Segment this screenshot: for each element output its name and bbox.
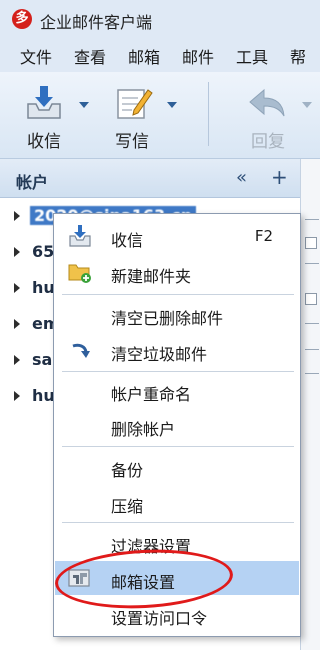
expand-arrow-icon[interactable]	[14, 355, 20, 365]
account-name: hu	[32, 278, 55, 297]
menu-separator	[62, 371, 294, 372]
menu-item-empty-deleted[interactable]: 清空已删除邮件	[55, 297, 299, 331]
collapse-box-icon[interactable]	[305, 237, 317, 249]
menu-separator	[62, 522, 294, 523]
divider	[305, 349, 319, 350]
menu-mailbox[interactable]: 邮箱	[128, 44, 160, 68]
reply-arrow-icon	[249, 88, 285, 117]
divider	[305, 323, 319, 324]
menu-item-label: 新建邮件夹	[111, 267, 192, 286]
add-account-icon[interactable]: +	[271, 165, 288, 189]
account-panel-header: 帐户 « +	[0, 159, 300, 198]
menu-item-mailbox-settings[interactable]: 邮箱设置	[55, 561, 299, 595]
toolbar-separator	[208, 82, 209, 146]
menu-item-label: 清空已删除邮件	[111, 309, 224, 328]
curved-arrow-icon	[72, 343, 90, 358]
menu-item-new-folder[interactable]: 新建邮件夹	[55, 255, 299, 289]
account-context-menu: 收信 F2 新建邮件夹 清空已删除邮件 清空垃圾邮件 帐户重命名 删除帐户 备份…	[53, 213, 301, 637]
menu-separator	[62, 446, 294, 447]
toolbar: 收信 写信 回复	[0, 72, 320, 159]
reply-label: 回复	[251, 132, 285, 152]
inbox-download-icon	[69, 225, 91, 247]
divider	[305, 263, 319, 264]
inbox-download-icon	[27, 86, 61, 119]
collapse-icon[interactable]: «	[236, 167, 247, 188]
menu-view[interactable]: 查看	[74, 44, 106, 68]
divider	[305, 219, 319, 220]
menu-item-label: 设置访问口令	[111, 609, 208, 628]
receive-button[interactable]: 收信	[14, 80, 74, 152]
reply-button[interactable]: 回复	[238, 80, 298, 152]
receive-dropdown-icon[interactable]	[79, 102, 89, 108]
shortcut-label: F2	[254, 227, 273, 245]
receive-label: 收信	[27, 132, 61, 152]
menu-item-delete-account[interactable]: 删除帐户	[55, 408, 299, 442]
compose-dropdown-icon[interactable]	[167, 102, 177, 108]
menu-separator	[62, 294, 294, 295]
menu-item-label: 帐户重命名	[111, 385, 192, 404]
app-logo-icon: 多	[12, 9, 32, 29]
menu-item-label: 过滤器设置	[111, 537, 192, 556]
compose-label: 写信	[115, 132, 149, 152]
menu-mail[interactable]: 邮件	[182, 44, 214, 68]
account-name: sa	[32, 350, 53, 369]
expand-arrow-icon[interactable]	[14, 283, 20, 293]
wrench-icon	[68, 569, 90, 587]
menu-item-label: 清空垃圾邮件	[111, 345, 208, 364]
menu-tools[interactable]: 工具	[236, 44, 268, 68]
menu-item-label: 备份	[111, 461, 144, 480]
menu-item-label: 收信	[111, 231, 144, 250]
menu-item-compress[interactable]: 压缩	[55, 485, 299, 519]
account-name: 65	[32, 242, 55, 261]
divider	[305, 373, 319, 374]
menu-item-backup[interactable]: 备份	[55, 449, 299, 483]
collapse-box-icon[interactable]	[305, 293, 317, 305]
menu-item-label: 邮箱设置	[111, 573, 176, 592]
account-name: hu	[32, 386, 55, 405]
account-panel-title: 帐户	[16, 173, 49, 192]
menu-item-filter-settings[interactable]: 过滤器设置	[55, 525, 299, 559]
expand-arrow-icon[interactable]	[14, 319, 20, 329]
reply-dropdown-icon[interactable]	[302, 102, 312, 108]
menu-file[interactable]: 文件	[20, 44, 52, 68]
menu-item-rename-account[interactable]: 帐户重命名	[55, 373, 299, 407]
expand-arrow-icon[interactable]	[14, 391, 20, 401]
menu-item-empty-junk[interactable]: 清空垃圾邮件	[55, 333, 299, 367]
expand-arrow-icon[interactable]	[14, 247, 20, 257]
expand-arrow-icon[interactable]	[14, 211, 20, 221]
menu-item-access-password[interactable]: 设置访问口令	[55, 597, 299, 631]
new-folder-icon	[68, 264, 91, 283]
mail-list-edge	[300, 159, 320, 650]
compose-button[interactable]: 写信	[102, 80, 162, 152]
menu-item-label: 压缩	[111, 497, 144, 516]
menu-item-label: 删除帐户	[111, 420, 176, 439]
menu-item-receive[interactable]: 收信 F2	[55, 219, 299, 253]
menu-bar: 文件 查看 邮箱 邮件 工具 帮助	[0, 38, 320, 91]
app-title: 企业邮件客户端	[40, 13, 153, 32]
compose-icon	[117, 89, 153, 119]
title-bar: 多 企业邮件客户端	[0, 0, 320, 38]
